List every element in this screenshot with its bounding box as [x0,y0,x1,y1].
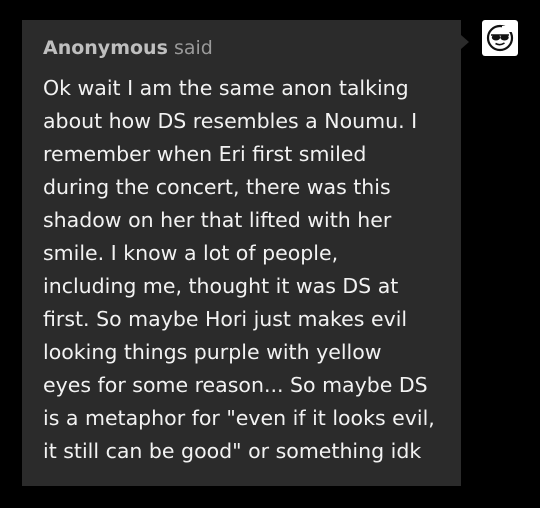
question-line: smile. I know a lot of people, [43,241,339,265]
question-line: about how DS resembles a Noumu. I [43,109,418,133]
question-line: including me, thought it was DS at [43,274,399,298]
question-line: shadow on her that lifted with her [43,208,392,232]
asker-name[interactable]: Anonymous [43,37,168,59]
anonymous-avatar-graphic [486,24,514,52]
said-label: said [173,37,213,59]
question-line: first. So maybe Hori just makes evil [43,307,408,331]
ask-post: Anonymous said Ok wait I am the same ano… [0,0,540,508]
question-line: eyes for some reason... So maybe DS [43,373,428,397]
ask-header: Anonymous said [43,36,439,60]
question-line: it still can be good" or something idk [43,439,422,463]
question-line: remember when Eri first smiled [43,142,367,166]
question-line: looking things purple with yellow [43,340,382,364]
ask-bubble-pointer [461,35,469,49]
question-line: Ok wait I am the same anon talking [43,76,409,100]
question-line: is a metaphor for "even if it looks evil… [43,406,435,430]
ask-bubble: Anonymous said Ok wait I am the same ano… [22,20,461,486]
ask-question-text: Ok wait I am the same anon talking about… [43,72,439,468]
question-line: during the concert, there was this [43,175,391,199]
anonymous-sunglasses-avatar-icon[interactable] [482,20,518,56]
